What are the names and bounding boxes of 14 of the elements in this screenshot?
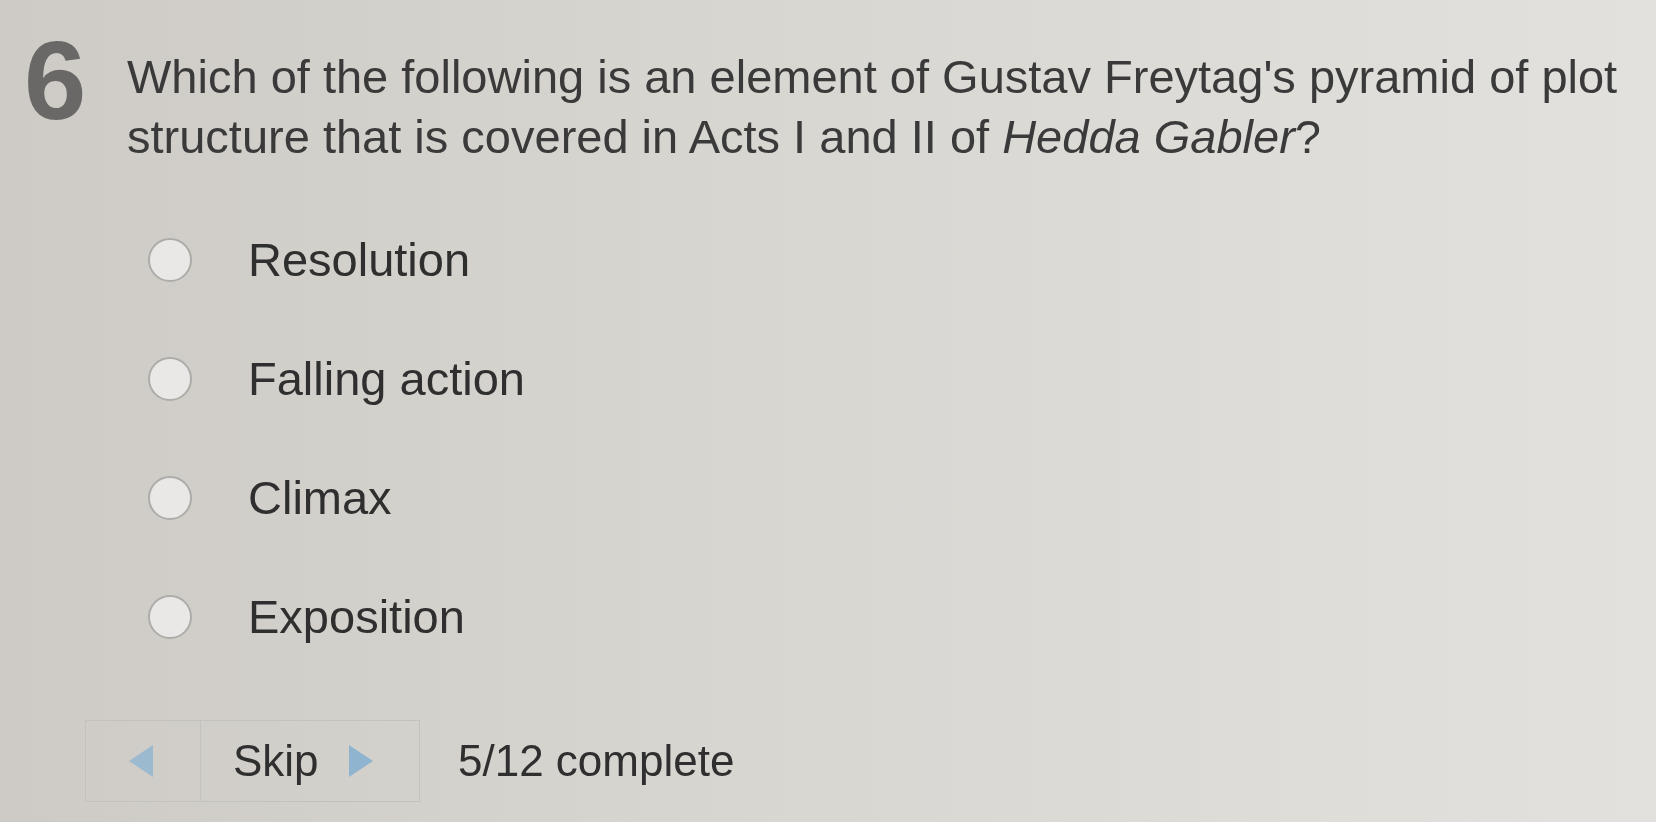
radio-button[interactable] [148, 476, 192, 520]
radio-button[interactable] [148, 238, 192, 282]
option-label[interactable]: Resolution [248, 232, 471, 288]
progress-text: 5/12 complete [458, 735, 735, 787]
left-triangle-icon [129, 745, 153, 777]
radio-button[interactable] [148, 595, 192, 639]
radio-button[interactable] [148, 357, 192, 401]
question-number: 6 [24, 25, 88, 137]
skip-button[interactable]: Skip [201, 721, 419, 801]
option-label[interactable]: Falling action [248, 351, 525, 407]
question-text: Which of the following is an element of Gustav Freytag's pyramid of plot structure that is covered in Acts I and II of Hedda Gabler? [127, 49, 1619, 165]
option-label[interactable]: Exposition [248, 589, 465, 645]
option-label[interactable]: Climax [248, 470, 392, 526]
right-triangle-icon [348, 745, 373, 777]
